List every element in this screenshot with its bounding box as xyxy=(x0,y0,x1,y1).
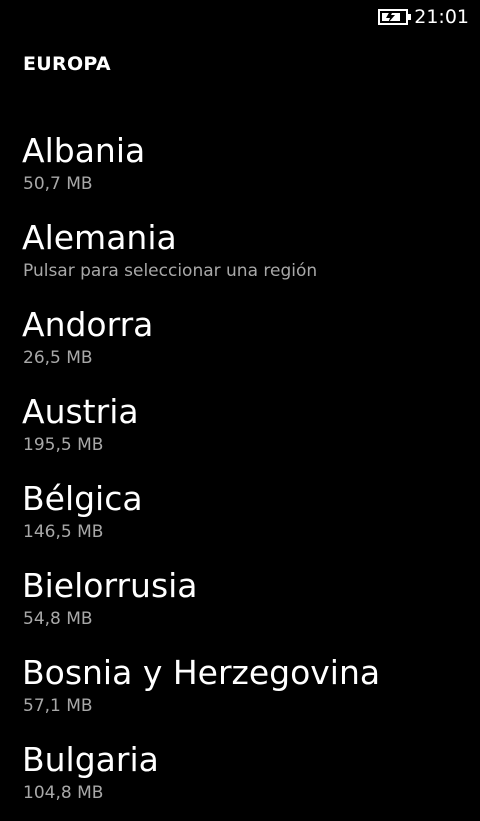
clock: 21:01 xyxy=(414,6,469,28)
country-name: Austria xyxy=(22,392,139,431)
status-bar: 21:01 xyxy=(0,0,480,32)
list-item-austria[interactable]: Austria 195,5 MB xyxy=(0,386,480,473)
country-name: Bielorrusia xyxy=(22,566,198,605)
country-name: Albania xyxy=(22,131,146,170)
list-item-bosnia-y-herzegovina[interactable]: Bosnia y Herzegovina 57,1 MB xyxy=(0,647,480,734)
list-item-belgica[interactable]: Bélgica 146,5 MB xyxy=(0,473,480,560)
list-item-bulgaria[interactable]: Bulgaria 104,8 MB xyxy=(0,734,480,821)
list-item-andorra[interactable]: Andorra 26,5 MB xyxy=(0,299,480,386)
region-hint: Pulsar para seleccionar una región xyxy=(23,261,318,281)
country-name: Bosnia y Herzegovina xyxy=(22,653,381,692)
list-item-bielorrusia[interactable]: Bielorrusia 54,8 MB xyxy=(0,560,480,647)
country-name: Andorra xyxy=(22,305,154,344)
download-size: 104,8 MB xyxy=(23,783,104,803)
download-size: 195,5 MB xyxy=(23,435,104,455)
battery-charging-icon xyxy=(378,8,412,26)
download-size: 50,7 MB xyxy=(23,174,93,194)
country-name: Bélgica xyxy=(22,479,143,518)
download-size: 54,8 MB xyxy=(23,609,93,629)
download-size: 26,5 MB xyxy=(23,348,93,368)
country-name: Bulgaria xyxy=(22,740,159,779)
list-item-albania[interactable]: Albania 50,7 MB xyxy=(0,125,480,212)
download-size: 57,1 MB xyxy=(23,696,93,716)
list-item-alemania[interactable]: Alemania Pulsar para seleccionar una reg… xyxy=(0,212,480,299)
country-name: Alemania xyxy=(22,218,177,257)
download-size: 146,5 MB xyxy=(23,522,104,542)
page-title: EUROPA xyxy=(23,53,111,75)
